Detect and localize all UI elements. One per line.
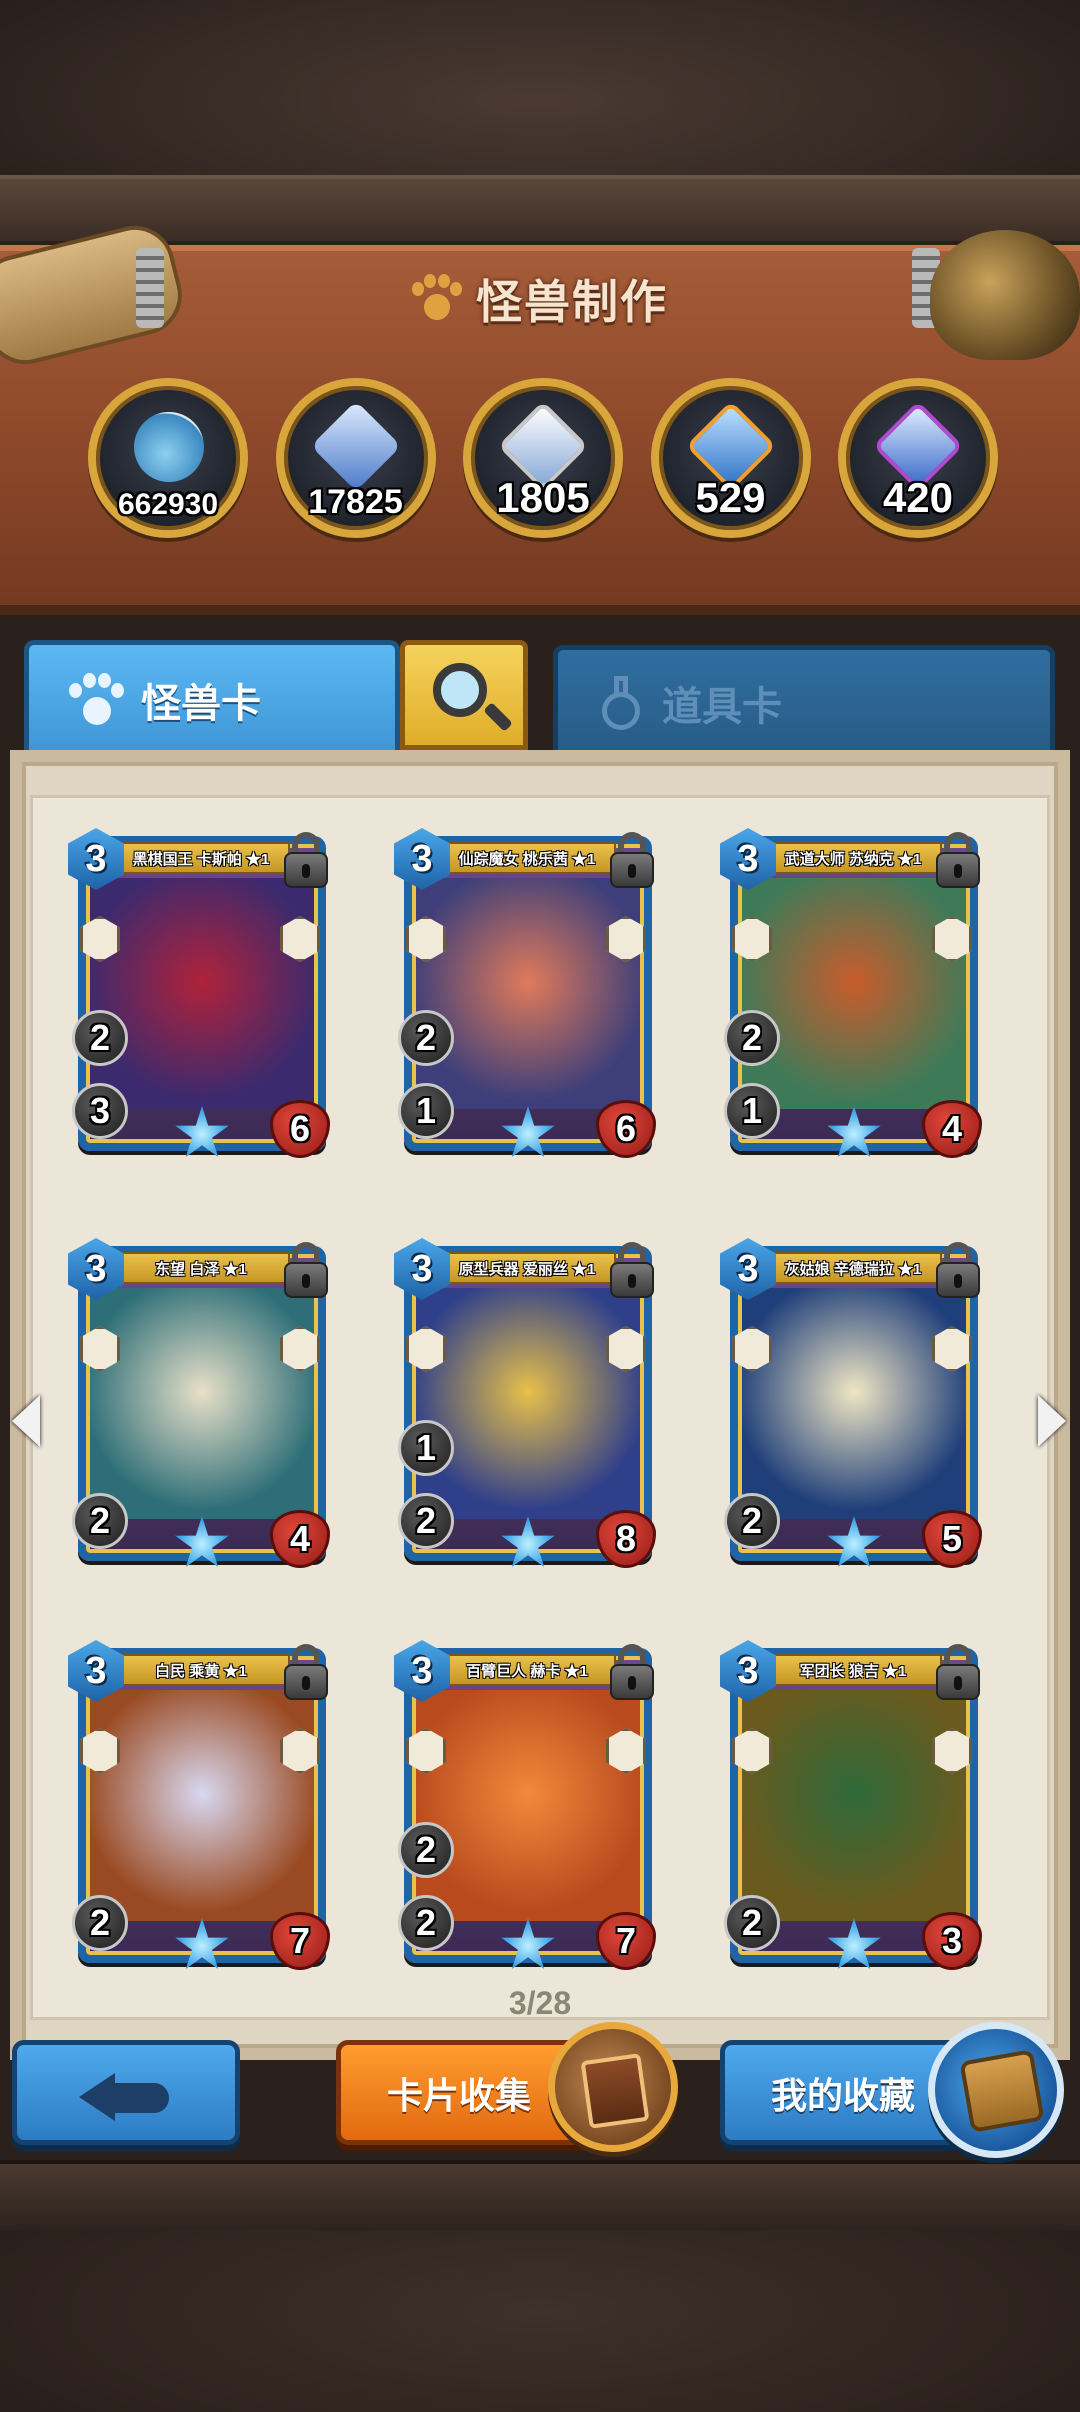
resource-value: 662930 <box>117 488 219 521</box>
resource-value: 17825 <box>308 483 403 521</box>
card-stamina: 2 <box>724 1895 780 1951</box>
monster-card[interactable]: 东望 白泽 ★1 3 2 4 <box>68 1238 330 1568</box>
search-button[interactable] <box>400 640 528 750</box>
card-art <box>90 1690 314 1921</box>
resource-silver-gem[interactable]: 1805 <box>463 378 623 538</box>
card-stamina: 2 <box>724 1493 780 1549</box>
card-art <box>90 1288 314 1519</box>
card-stamina: 2 <box>398 1493 454 1549</box>
header-title-area: 怪兽制作 <box>350 258 730 340</box>
card-name-bar: 原型兵器 爱丽丝 ★1 <box>438 1252 616 1284</box>
card-attack: 2 <box>724 1010 780 1066</box>
monster-card[interactable]: 军团长 狼吉 ★1 3 2 3 <box>720 1640 982 1970</box>
card-stamina: 2 <box>72 1493 128 1549</box>
tab-monster-cards[interactable]: 怪兽卡 <box>24 640 400 755</box>
lock-icon <box>282 1242 330 1298</box>
lock-icon <box>934 1644 982 1700</box>
card-name-bar: 武道大师 苏纳克 ★1 <box>764 842 942 874</box>
next-page-arrow-icon[interactable] <box>1038 1395 1066 1447</box>
card-art <box>416 1690 640 1921</box>
lock-icon <box>282 832 330 888</box>
resource-value: 1805 <box>496 474 590 521</box>
card-attack: 2 <box>398 1822 454 1878</box>
card-name: 仙踪魔女 桃乐茜 ★1 <box>458 850 596 868</box>
search-icon-handle <box>483 702 513 732</box>
lock-icon <box>934 832 982 888</box>
monster-card[interactable]: 灰姑娘 辛德瑞拉 ★1 3 2 5 <box>720 1238 982 1568</box>
card-name-bar: 黑棋国王 卡斯帕 ★1 <box>112 842 290 874</box>
card-stamina: 2 <box>398 1895 454 1951</box>
resource-gold-gem[interactable]: 529 <box>650 378 811 538</box>
card-stamina: 3 <box>72 1083 128 1139</box>
bottom-beam <box>0 2160 1080 2230</box>
monster-card[interactable]: 白民 乘黄 ★1 3 2 7 <box>68 1640 330 1970</box>
lamp-decoration <box>930 230 1080 360</box>
card-collection-label: 卡片收集 <box>387 2074 532 2116</box>
resource-value: 420 <box>882 474 954 521</box>
flask-icon <box>598 675 644 730</box>
monster-card[interactable]: 黑棋国王 卡斯帕 ★1 3 2 3 6 <box>68 828 330 1158</box>
monster-card[interactable]: 百臂巨人 赫卡 ★1 3 2 2 7 <box>394 1640 656 1970</box>
tab-label: 怪兽卡 <box>141 682 261 726</box>
back-button[interactable] <box>12 2040 240 2145</box>
card-attack: 1 <box>398 1420 454 1476</box>
card-art <box>742 878 966 1109</box>
card-art <box>416 878 640 1109</box>
top-beam <box>0 175 1080 245</box>
tab-item-cards[interactable]: 道具卡 <box>553 645 1055 755</box>
card-art <box>742 1690 966 1921</box>
card-name: 原型兵器 爱丽丝 ★1 <box>458 1260 596 1278</box>
page-indicator: 3/28 <box>508 1985 572 2021</box>
bottle-icon <box>134 412 204 482</box>
page-title: 怪兽制作 <box>476 276 668 328</box>
lock-icon <box>608 832 656 888</box>
resource-common-gem[interactable]: 17825 <box>275 378 436 538</box>
card-name-bar: 军团长 狼吉 ★1 <box>764 1654 942 1686</box>
monster-card[interactable]: 仙踪魔女 桃乐茜 ★1 3 2 1 6 <box>394 828 656 1158</box>
lock-icon <box>608 1644 656 1700</box>
search-icon <box>433 663 487 717</box>
tab-label: 道具卡 <box>662 684 782 729</box>
lock-icon <box>608 1242 656 1298</box>
gem-icon <box>310 400 401 492</box>
lock-icon <box>934 1242 982 1298</box>
card-name-bar: 白民 乘黄 ★1 <box>112 1654 290 1686</box>
monster-card[interactable]: 原型兵器 爱丽丝 ★1 3 1 2 8 <box>394 1238 656 1568</box>
card-art <box>416 1288 640 1519</box>
monster-card[interactable]: 武道大师 苏纳克 ★1 3 2 1 4 <box>720 828 982 1158</box>
card-name: 军团长 狼吉 ★1 <box>799 1662 907 1680</box>
card-art <box>742 1288 966 1519</box>
card-name-bar: 仙踪魔女 桃乐茜 ★1 <box>438 842 616 874</box>
paw-icon <box>69 673 124 727</box>
card-name-bar: 百臂巨人 赫卡 ★1 <box>438 1654 616 1686</box>
card-stamina: 2 <box>72 1895 128 1951</box>
card-stamina: 1 <box>724 1083 780 1139</box>
resource-dust[interactable]: 662930 <box>88 378 248 538</box>
card-name-bar: 灰姑娘 辛德瑞拉 ★1 <box>764 1252 942 1284</box>
card-name: 百臂巨人 赫卡 ★1 <box>466 1662 588 1680</box>
card-stamina: 1 <box>398 1083 454 1139</box>
card-art <box>90 878 314 1109</box>
lock-icon <box>282 1644 330 1700</box>
my-favorites-label: 我的收藏 <box>771 2074 916 2116</box>
chain-left <box>136 248 164 328</box>
card-name: 黑棋国王 卡斯帕 ★1 <box>132 850 270 868</box>
card-attack: 2 <box>398 1010 454 1066</box>
resource-bar: 662930 17825 1805 529 420 <box>88 378 998 540</box>
resource-value: 529 <box>695 474 766 521</box>
favorites-bag-icon[interactable] <box>928 2022 1064 2158</box>
card-name: 武道大师 苏纳克 ★1 <box>784 850 922 868</box>
prev-page-arrow-icon[interactable] <box>12 1395 40 1447</box>
back-arrow-icon <box>79 2067 179 2123</box>
resource-rainbow-gem[interactable]: 420 <box>838 378 998 538</box>
card-name: 灰姑娘 辛德瑞拉 ★1 <box>784 1260 922 1278</box>
paw-icon <box>412 274 462 324</box>
card-attack: 2 <box>72 1010 128 1066</box>
card-name-bar: 东望 白泽 ★1 <box>112 1252 290 1284</box>
card-book-icon[interactable] <box>548 2022 678 2152</box>
card-name: 东望 白泽 ★1 <box>155 1260 247 1278</box>
card-name: 白民 乘黄 ★1 <box>155 1662 247 1680</box>
